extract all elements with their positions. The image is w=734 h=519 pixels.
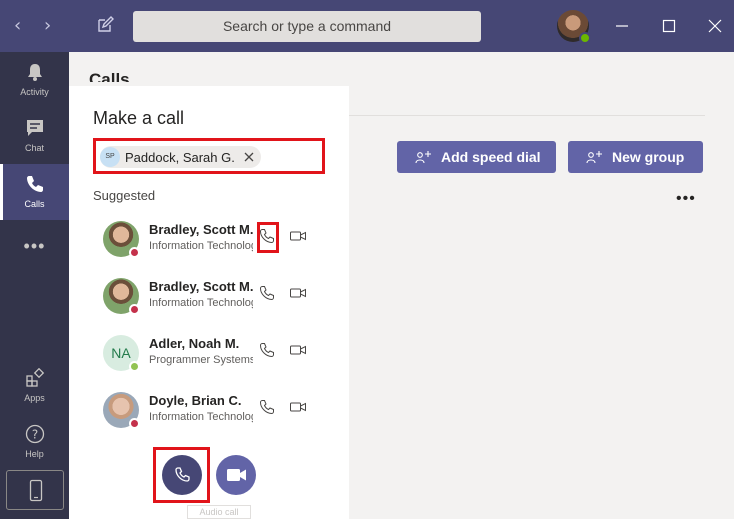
apps-icon bbox=[25, 367, 44, 387]
add-group-icon bbox=[586, 151, 602, 164]
chevron-left-icon[interactable]: ‹ bbox=[14, 14, 21, 38]
audio-call-icon[interactable] bbox=[259, 285, 275, 301]
rail-label: Chat bbox=[24, 143, 44, 153]
audio-call-icon[interactable] bbox=[259, 399, 275, 415]
contact-row[interactable]: NA Adler, Noah M. Programmer Systems bbox=[93, 335, 325, 392]
app-rail: Activity Chat Calls ••• Apps ? Help bbox=[0, 52, 69, 519]
rail-label: Help bbox=[25, 449, 44, 459]
presence-busy-icon bbox=[129, 304, 140, 315]
contact-name: Adler, Noah M. bbox=[149, 336, 240, 351]
minimize-icon[interactable] bbox=[610, 14, 634, 38]
contact-department: Information Technology bbox=[149, 411, 253, 423]
audio-call-button[interactable] bbox=[162, 455, 202, 495]
add-speed-dial-label: Add speed dial bbox=[441, 149, 541, 165]
maximize-icon[interactable] bbox=[657, 14, 681, 38]
recipient-name: Paddock, Sarah G. bbox=[125, 149, 235, 165]
add-speed-dial-button[interactable]: Add speed dial bbox=[397, 141, 556, 173]
contact-name: Doyle, Brian C. bbox=[149, 393, 242, 408]
chat-icon bbox=[26, 120, 43, 136]
contact-name: Bradley, Scott M. bbox=[149, 222, 253, 237]
video-call-icon[interactable] bbox=[289, 400, 307, 414]
phone-icon bbox=[26, 176, 43, 192]
remove-recipient-icon[interactable] bbox=[243, 151, 255, 163]
audio-call-icon[interactable] bbox=[259, 342, 275, 358]
contact-department: Information Technology bbox=[149, 240, 253, 252]
panel-title: Calls bbox=[89, 70, 130, 82]
recipient-chip: SP Paddock, Sarah G. bbox=[100, 146, 261, 168]
recipient-field[interactable]: SP Paddock, Sarah G. bbox=[93, 138, 325, 174]
rail-label: Calls bbox=[24, 199, 45, 209]
rail-item-activity[interactable]: Activity bbox=[0, 52, 69, 108]
rail-item-apps[interactable]: Apps bbox=[0, 358, 69, 414]
more-options-icon[interactable]: ••• bbox=[676, 190, 696, 208]
video-call-icon[interactable] bbox=[289, 343, 307, 357]
rail-label: Apps bbox=[24, 393, 45, 403]
add-people-icon bbox=[415, 151, 431, 164]
new-group-label: New group bbox=[612, 149, 685, 165]
phone-icon bbox=[175, 467, 190, 482]
presence-busy-icon bbox=[129, 247, 140, 258]
tooltip: Audio call bbox=[187, 505, 251, 519]
rail-item-help[interactable]: ? Help bbox=[0, 414, 69, 470]
rail-label: Activity bbox=[20, 87, 49, 97]
more-apps-icon[interactable]: ••• bbox=[0, 236, 69, 257]
contact-row[interactable]: Bradley, Scott M. Information Technology bbox=[93, 221, 325, 278]
suggested-heading: Suggested bbox=[93, 188, 156, 203]
contact-name: Bradley, Scott M. bbox=[149, 279, 253, 294]
help-icon: ? bbox=[25, 424, 44, 444]
contact-department: Information Technology bbox=[149, 297, 253, 309]
compose-icon[interactable] bbox=[96, 16, 114, 34]
presence-busy-icon bbox=[129, 418, 140, 429]
close-icon[interactable] bbox=[703, 14, 727, 38]
video-camera-icon bbox=[227, 469, 246, 481]
contact-row[interactable]: Bradley, Scott M. Information Technology bbox=[93, 278, 325, 335]
video-call-icon[interactable] bbox=[289, 286, 307, 300]
chevron-right-icon[interactable]: › bbox=[44, 14, 51, 38]
main-area bbox=[349, 52, 734, 519]
rail-item-chat[interactable]: Chat bbox=[0, 108, 69, 164]
bell-icon bbox=[27, 64, 42, 81]
rail-item-calls[interactable]: Calls bbox=[0, 164, 69, 220]
presence-available-icon bbox=[579, 32, 591, 44]
presence-available-icon bbox=[129, 361, 140, 372]
divider bbox=[349, 115, 705, 116]
mobile-icon bbox=[29, 479, 43, 502]
video-call-button[interactable] bbox=[216, 455, 256, 495]
new-group-button[interactable]: New group bbox=[568, 141, 703, 173]
recipient-avatar: SP bbox=[100, 147, 120, 167]
video-call-icon[interactable] bbox=[289, 229, 307, 243]
title-bar: ‹ › Search or type a command bbox=[0, 0, 734, 52]
search-input[interactable]: Search or type a command bbox=[133, 11, 481, 42]
contact-department: Programmer Systems bbox=[149, 354, 253, 366]
dialog-title: Make a call bbox=[93, 108, 185, 128]
profile-avatar[interactable] bbox=[557, 10, 591, 44]
svg-text:?: ? bbox=[31, 428, 37, 442]
contact-row[interactable]: Doyle, Brian C. Information Technology bbox=[93, 392, 325, 449]
highlight-box bbox=[257, 222, 279, 253]
download-mobile-button[interactable] bbox=[6, 470, 64, 510]
